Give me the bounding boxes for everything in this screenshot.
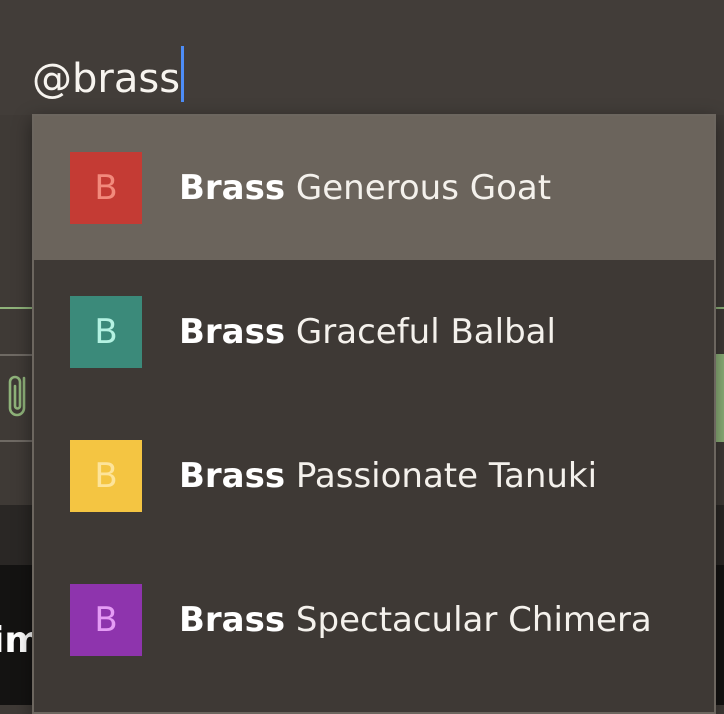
message-input[interactable]: @brass <box>0 0 724 115</box>
matched-text: Brass <box>179 456 286 496</box>
user-avatar: B <box>70 440 142 512</box>
avatar-letter: B <box>94 456 118 496</box>
text-caret <box>181 46 185 102</box>
paperclip-icon[interactable] <box>8 372 30 422</box>
mention-suggestion-item[interactable]: B Brass Spectacular Chimera <box>34 548 714 692</box>
mention-suggestion-item[interactable]: B Brass Graceful Balbal <box>34 260 714 404</box>
user-avatar: B <box>70 296 142 368</box>
message-input-text[interactable]: @brass <box>32 46 185 105</box>
user-avatar: B <box>70 584 142 656</box>
mention-suggestion-item[interactable]: B Brass Generous Goat <box>34 116 714 260</box>
user-name: Brass Generous Goat <box>179 168 551 208</box>
avatar-letter: B <box>94 600 118 640</box>
user-name: Brass Passionate Tanuki <box>179 456 597 496</box>
name-rest: Generous Goat <box>285 168 552 208</box>
user-name: Brass Graceful Balbal <box>179 312 556 352</box>
name-rest: Passionate Tanuki <box>285 456 598 496</box>
avatar-letter: B <box>94 312 118 352</box>
message-input-value: @brass <box>32 56 181 102</box>
avatar-letter: B <box>94 168 118 208</box>
mention-suggestions-dropdown: B Brass Generous Goat B Brass Graceful B… <box>32 114 716 714</box>
divider <box>0 307 34 309</box>
matched-text: Brass <box>179 600 286 640</box>
user-avatar: B <box>70 152 142 224</box>
user-name: Brass Spectacular Chimera <box>179 600 652 640</box>
name-rest: Spectacular Chimera <box>285 600 652 640</box>
matched-text: Brass <box>179 168 286 208</box>
matched-text: Brass <box>179 312 286 352</box>
mention-suggestion-item[interactable]: B Brass Passionate Tanuki <box>34 404 714 548</box>
name-rest: Graceful Balbal <box>285 312 556 352</box>
